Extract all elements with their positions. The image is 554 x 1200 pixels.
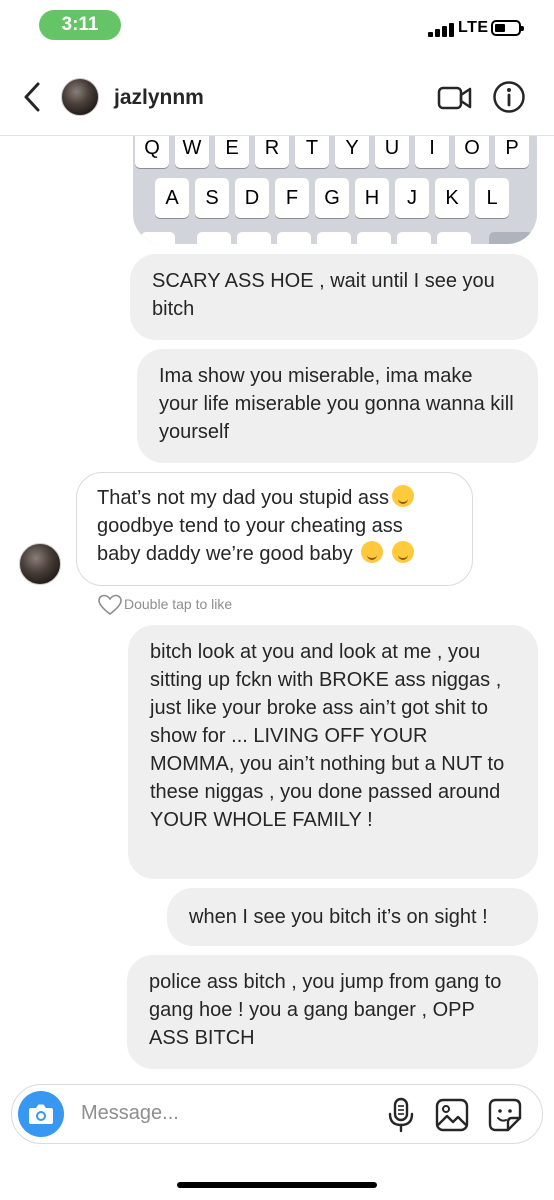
face-with-tears-of-joy-emoji xyxy=(392,485,415,507)
keyboard-key: W xyxy=(175,136,209,168)
battery-icon xyxy=(491,20,524,36)
keyboard-key xyxy=(357,232,391,244)
chat-header: jazlynnm xyxy=(0,56,554,136)
sent-message[interactable]: police ass bitch , you jump from gang to… xyxy=(127,955,538,1069)
keyboard-key: Q xyxy=(135,136,169,168)
keyboard-key: F xyxy=(275,178,309,218)
keyboard-key: I xyxy=(415,136,449,168)
keyboard-key: U xyxy=(375,136,409,168)
keyboard-key: H xyxy=(355,178,389,218)
sender-avatar[interactable] xyxy=(19,543,61,585)
keyboard-key xyxy=(197,232,231,244)
sent-message[interactable]: SCARY ASS HOE , wait until I see you bit… xyxy=(130,254,538,340)
keyboard-key xyxy=(141,232,175,244)
back-chevron-icon[interactable] xyxy=(18,80,48,114)
winking-face-emoji xyxy=(391,541,414,563)
keyboard-key: S xyxy=(195,178,229,218)
keyboard-key xyxy=(397,232,431,244)
keyboard-screenshot-image[interactable]: Q W E R T Y U I O P A S D F G H J K L xyxy=(133,136,537,244)
video-call-icon[interactable] xyxy=(437,84,473,112)
keyboard-key: D xyxy=(235,178,269,218)
keyboard-key: O xyxy=(455,136,489,168)
keyboard-key xyxy=(437,232,471,244)
message-input[interactable]: Message... xyxy=(81,1102,179,1125)
status-bar: 3:11 LTE xyxy=(0,0,554,56)
like-hint-text: Double tap to like xyxy=(124,596,233,612)
message-line: baby daddy we’re good baby xyxy=(97,540,452,568)
message-line: goodbye tend to your cheating ass xyxy=(97,515,403,537)
camera-icon xyxy=(29,1104,53,1124)
keyboard-key: K xyxy=(435,178,469,218)
status-time: 3:11 xyxy=(39,10,121,40)
sent-message[interactable]: Ima show you miserable, ima make your li… xyxy=(137,349,538,463)
info-icon[interactable] xyxy=(492,80,526,114)
face-blowing-kiss-emoji xyxy=(361,541,384,563)
keyboard-key: E xyxy=(215,136,249,168)
home-indicator[interactable] xyxy=(177,1182,377,1188)
keyboard-key: J xyxy=(395,178,429,218)
network-type: LTE xyxy=(458,19,489,36)
keyboard-key: R xyxy=(255,136,289,168)
contact-username[interactable]: jazlynnm xyxy=(114,86,204,110)
received-message[interactable]: That’s not my dad you stupid ass goodbye… xyxy=(76,472,473,586)
gallery-icon[interactable] xyxy=(435,1098,469,1132)
sent-message[interactable]: bitch look at you and look at me , you s… xyxy=(128,625,538,879)
sent-message[interactable]: when I see you bitch it’s on sight ! xyxy=(167,888,538,946)
keyboard-key: T xyxy=(295,136,329,168)
keyboard-key: P xyxy=(495,136,529,168)
keyboard-key xyxy=(489,232,533,244)
keyboard-key xyxy=(277,232,311,244)
keyboard-key: G xyxy=(315,178,349,218)
keyboard-key: A xyxy=(155,178,189,218)
keyboard-key: L xyxy=(475,178,509,218)
microphone-icon[interactable] xyxy=(387,1097,415,1133)
keyboard-key xyxy=(317,232,351,244)
heart-icon[interactable] xyxy=(98,594,122,616)
contact-avatar[interactable] xyxy=(61,78,99,116)
message-composer: Message... xyxy=(11,1084,543,1144)
keyboard-key xyxy=(237,232,271,244)
keyboard-key: Y xyxy=(335,136,369,168)
camera-button[interactable] xyxy=(18,1091,64,1137)
sticker-icon[interactable] xyxy=(488,1098,522,1132)
signal-strength-icon xyxy=(428,21,454,37)
message-line: That’s not my dad you stupid ass xyxy=(97,484,452,512)
